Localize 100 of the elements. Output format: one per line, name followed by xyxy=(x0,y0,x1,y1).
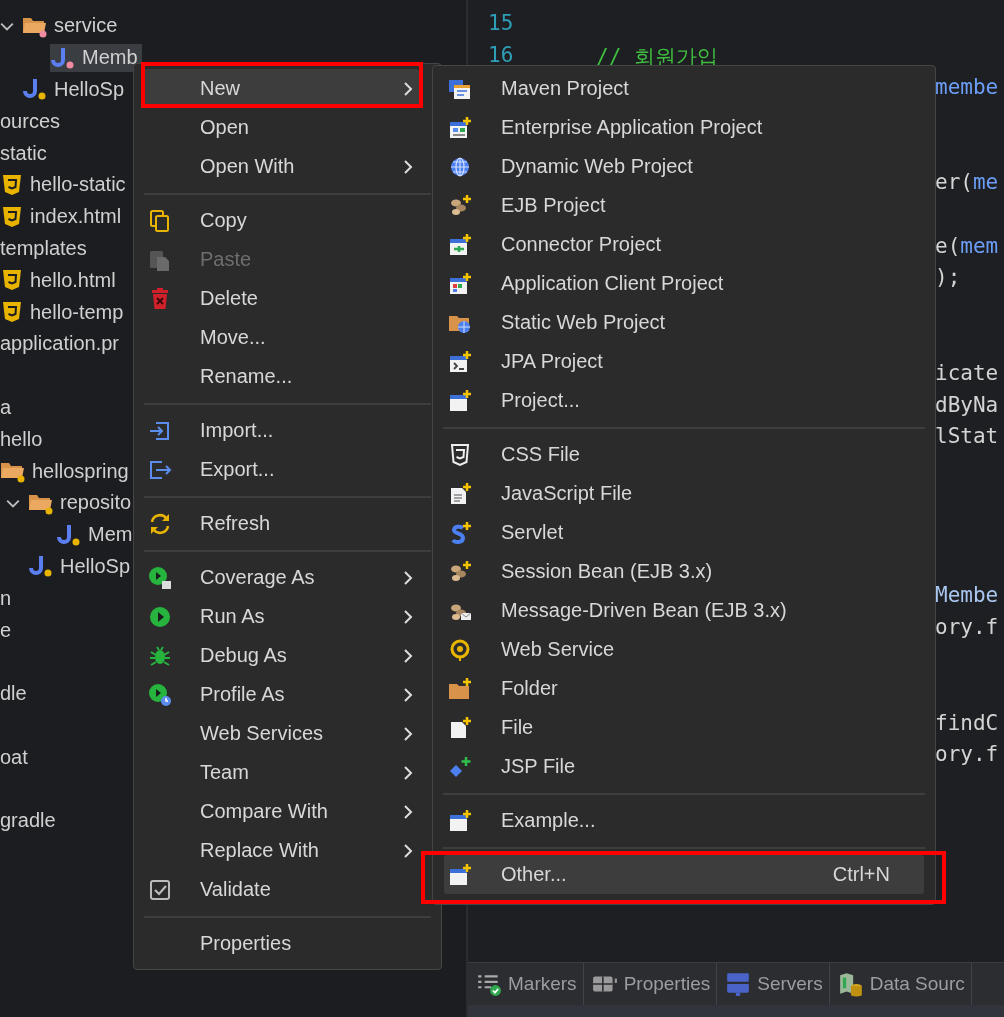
window-plus-icon xyxy=(448,808,472,833)
window-plug-icon xyxy=(448,232,472,257)
menu-item[interactable]: JPA Project xyxy=(444,342,924,381)
menu-item[interactable]: Message-Driven Bean (EJB 3.x) xyxy=(444,591,924,630)
menu-item[interactable]: Open With xyxy=(144,147,419,186)
tree-item[interactable]: HelloSp xyxy=(28,552,135,581)
file-plus-icon xyxy=(448,715,472,740)
code-line: dByNa xyxy=(935,392,999,417)
tree-item[interactable]: gradle xyxy=(0,807,56,835)
server-icon xyxy=(725,971,752,997)
code-line: ); xyxy=(935,265,961,290)
file-icon xyxy=(28,554,54,579)
play-badge-icon xyxy=(148,565,172,590)
menu-item[interactable]: JavaScript File xyxy=(444,474,924,513)
menu-item[interactable]: Example... xyxy=(444,801,924,840)
tree-item[interactable]: hello-temp xyxy=(0,298,128,327)
menu-item[interactable]: CSS File xyxy=(444,435,924,474)
menu-item[interactable]: Debug As xyxy=(144,636,419,675)
shortcut-text: Ctrl+N xyxy=(832,863,890,886)
menu-item[interactable]: Project... xyxy=(444,381,924,420)
menu-item[interactable]: File xyxy=(444,708,924,747)
document-plus-icon xyxy=(448,481,472,506)
menu-item[interactable]: Dynamic Web Project xyxy=(444,147,924,186)
menu-item[interactable]: Import... xyxy=(144,411,419,450)
tree-item[interactable]: service xyxy=(22,11,122,40)
menu-item[interactable]: Validate xyxy=(144,870,419,909)
menu-item[interactable]: Maven Project xyxy=(444,69,924,108)
menu-item[interactable]: Servlet xyxy=(444,513,924,552)
code-line: Membe xyxy=(935,583,999,608)
tree-item[interactable]: hellospring xyxy=(0,457,133,486)
window-plus-icon xyxy=(448,388,472,413)
menu-item[interactable]: EJB Project xyxy=(444,186,924,225)
code-line: ory.f xyxy=(935,742,999,767)
tree-item[interactable]: Mem xyxy=(56,520,137,549)
menu-item[interactable]: Replace With xyxy=(144,831,419,870)
tree-item[interactable]: static xyxy=(0,139,47,167)
shield-icon xyxy=(448,442,472,467)
menu-item[interactable]: Open xyxy=(144,108,419,147)
tree-item[interactable]: oat xyxy=(0,743,28,771)
tree-item[interactable]: ources xyxy=(0,107,61,135)
beans-icon xyxy=(448,193,472,218)
file-icon xyxy=(22,77,48,102)
menu-item[interactable]: Run As xyxy=(144,597,419,636)
menu-item[interactable]: Copy xyxy=(144,201,419,240)
menu-item[interactable]: Web Services xyxy=(144,714,419,753)
code-line: membe xyxy=(935,74,999,99)
menu-item[interactable]: Web Service xyxy=(444,630,924,669)
code-line: icate xyxy=(935,360,999,385)
tree-item[interactable]: dle xyxy=(0,680,27,708)
menu-item[interactable]: Enterprise Application Project xyxy=(444,108,924,147)
menu-item[interactable]: Other... Ctrl+N xyxy=(444,855,924,894)
menu-item[interactable]: Properties xyxy=(144,924,419,963)
menu-item[interactable]: Folder xyxy=(444,669,924,708)
code-line: er(me xyxy=(935,170,999,194)
map-coins-icon xyxy=(837,971,864,997)
ring-icon xyxy=(448,637,472,662)
tree-item[interactable]: HelloSp xyxy=(22,75,129,104)
window-blocks-icon xyxy=(448,115,472,140)
menu-item[interactable]: Refresh xyxy=(144,504,419,543)
menu-item[interactable]: Team xyxy=(144,753,419,792)
menu-item[interactable]: Application Client Project xyxy=(444,264,924,303)
tree-item[interactable]: a xyxy=(0,393,12,421)
tree-item[interactable]: hello-static xyxy=(0,170,130,199)
copy-icon xyxy=(148,208,172,233)
window-prompt-icon xyxy=(448,349,472,374)
file-icon xyxy=(56,522,82,547)
window-plus-icon xyxy=(448,862,472,887)
tree-item[interactable]: e xyxy=(0,616,12,644)
menu-item[interactable]: Connector Project xyxy=(444,225,924,264)
tree-item[interactable]: templates xyxy=(0,234,87,262)
menu-item[interactable]: Compare With xyxy=(144,792,419,831)
beans-icon xyxy=(448,559,472,584)
tree-item[interactable]: reposito xyxy=(28,488,136,517)
tree-item[interactable]: index.html xyxy=(0,202,126,231)
code-line: findC xyxy=(935,710,999,735)
menu-item[interactable]: Move... xyxy=(144,318,419,357)
menu-item[interactable]: Static Web Project xyxy=(444,303,924,342)
code-line: e(mem xyxy=(935,233,999,258)
diamond-plus-icon xyxy=(448,754,472,779)
tree-item[interactable]: hello xyxy=(0,425,43,453)
tree-item[interactable]: Memb xyxy=(50,43,142,72)
menu-item[interactable]: Profile As xyxy=(144,675,419,714)
refresh-icon xyxy=(148,511,172,536)
play-clock-icon xyxy=(148,682,172,707)
code-line: lStat xyxy=(935,424,999,449)
line-number: 15 xyxy=(488,11,514,35)
tree-item[interactable]: n xyxy=(0,584,12,612)
menu-item[interactable]: Rename... xyxy=(144,357,419,396)
menu-item[interactable]: Session Bean (EJB 3.x) xyxy=(444,552,924,591)
code-line: ory.f xyxy=(935,615,999,640)
menu-item[interactable]: Coverage As xyxy=(144,558,419,597)
line-number: 16 xyxy=(488,42,514,67)
menu-item[interactable]: Export... xyxy=(144,450,419,489)
play-icon xyxy=(148,604,172,629)
file-icon xyxy=(50,45,76,70)
tree-item[interactable]: hello.html xyxy=(0,266,120,295)
folder-plus-icon xyxy=(448,676,472,701)
tree-item[interactable]: application.pr xyxy=(0,330,119,358)
menu-item[interactable]: Delete xyxy=(144,279,419,318)
menu-item[interactable]: JSP File xyxy=(444,747,924,786)
